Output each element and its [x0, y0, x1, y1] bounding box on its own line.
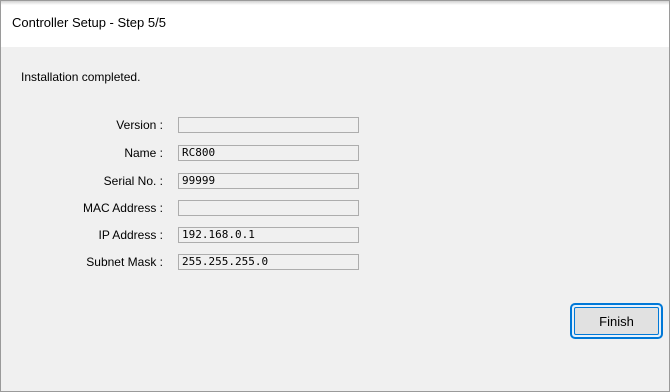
ip-address-field: 192.168.0.1: [178, 227, 359, 243]
field-row-ip: IP Address : 192.168.0.1: [1, 226, 669, 246]
title-bar-edge: [1, 1, 669, 5]
field-row-subnet: Subnet Mask : 255.255.255.0: [1, 253, 669, 273]
field-row-serial: Serial No. : 99999: [1, 172, 669, 192]
finish-button[interactable]: Finish: [570, 303, 663, 339]
field-row-mac: MAC Address :: [1, 199, 669, 219]
name-field: RC800: [178, 145, 359, 161]
version-field: [178, 117, 359, 133]
mac-address-field: [178, 200, 359, 216]
finish-button-face[interactable]: Finish: [574, 307, 659, 335]
finish-button-label: Finish: [599, 313, 634, 329]
title-bar[interactable]: Controller Setup - Step 5/5: [1, 1, 669, 47]
version-label: Version :: [116, 118, 163, 132]
mac-address-label: MAC Address :: [82, 201, 163, 215]
name-label: Name :: [124, 146, 163, 160]
subnet-mask-label: Subnet Mask :: [86, 255, 163, 269]
ip-address-label: IP Address :: [98, 228, 163, 242]
window-title: Controller Setup - Step 5/5: [12, 15, 166, 30]
field-row-name: Name : RC800: [1, 144, 669, 164]
field-row-version: Version :: [1, 116, 669, 136]
subnet-mask-field: 255.255.255.0: [178, 254, 359, 270]
serial-no-field: 99999: [178, 173, 359, 189]
setup-dialog-window: Controller Setup - Step 5/5 Installation…: [0, 0, 670, 392]
serial-no-label: Serial No. :: [103, 174, 163, 188]
status-message: Installation completed.: [21, 70, 141, 84]
dialog-content: Installation completed. Version : Name :…: [1, 47, 669, 391]
